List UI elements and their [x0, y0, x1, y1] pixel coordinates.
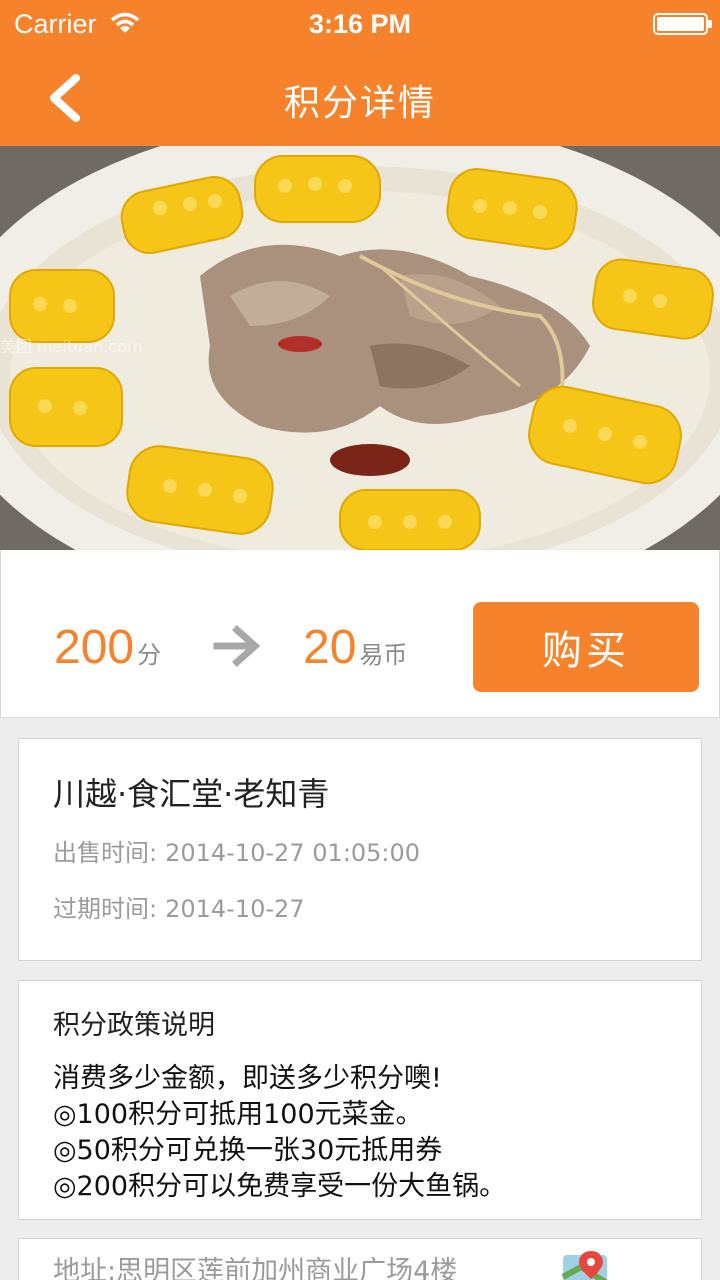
page-title: 积分详情	[283, 83, 436, 124]
points-price: 200 分	[54, 620, 161, 675]
sale-time-value: 2014-10-27 01:05:00	[165, 839, 420, 867]
policy-line: ◎100积分可抵用100元菜金。	[53, 1099, 423, 1130]
expire-time: 过期时间: 2014-10-27	[53, 889, 305, 924]
coins-price: 20 易币	[303, 620, 407, 675]
policy-line: ◎200积分可以免费享受一份大鱼锅。	[53, 1171, 507, 1202]
soup-image: 美团 meituan.com	[0, 146, 720, 550]
watermark-text: 美团 meituan.com	[0, 337, 143, 356]
points-policy-card: 积分政策说明 消费多少金额，即送多少积分噢! ◎100积分可抵用100元菜金。 …	[18, 980, 702, 1220]
sale-time: 出售时间: 2014-10-27 01:05:00	[53, 833, 420, 868]
nav-bar: Carrier 3:16 PM 积分详情	[0, 0, 720, 146]
expire-time-label: 过期时间:	[53, 895, 158, 923]
address-card[interactable]: 地址:思明区莲前加州商业广场4楼	[18, 1238, 702, 1280]
coins-value: 20	[303, 621, 357, 674]
policy-line: 消费多少金额，即送多少积分噢!	[53, 1063, 442, 1094]
expire-time-value: 2014-10-27	[165, 895, 305, 923]
arrow-right-icon	[213, 625, 261, 667]
points-value: 200	[54, 621, 135, 674]
policy-line: ◎50积分可兑换一张30元抵用券	[53, 1135, 443, 1166]
sale-time-label: 出售时间:	[53, 839, 158, 867]
battery-icon	[653, 13, 712, 35]
deal-photo: 美团 meituan.com	[0, 146, 720, 550]
shop-name: 川越·食汇堂·老知青	[53, 775, 330, 813]
price-panel: 200 分 20 易币 购买	[0, 550, 720, 718]
status-time: 3:16 PM	[308, 9, 412, 39]
policy-lines: 消费多少金额，即送多少积分噢! ◎100积分可抵用100元菜金。 ◎50积分可兑…	[53, 1061, 506, 1205]
map-pin-icon[interactable]	[561, 1247, 609, 1280]
points-unit: 分	[137, 642, 162, 669]
buy-button[interactable]: 购买	[473, 602, 699, 692]
address-text: 地址:思明区莲前加州商业广场4楼	[53, 1256, 458, 1280]
policy-title: 积分政策说明	[53, 1010, 215, 1041]
deal-info-card: 川越·食汇堂·老知青 出售时间: 2014-10-27 01:05:00 过期时间…	[18, 738, 702, 961]
coins-unit: 易币	[359, 642, 408, 669]
status-bar: Carrier 3:16 PM	[0, 0, 720, 48]
